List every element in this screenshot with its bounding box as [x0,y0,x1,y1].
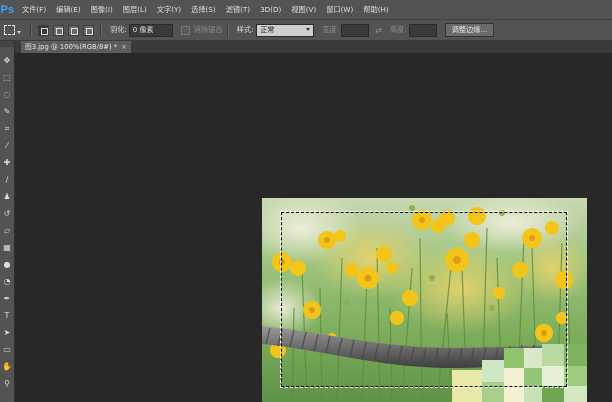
intersect-selection-button[interactable] [83,24,94,36]
menu-type[interactable]: 文字(Y) [152,5,186,15]
move-tool-icon[interactable]: ✥ [1,55,13,67]
menu-file[interactable]: 文件(F) [14,5,51,15]
menu-window[interactable]: 窗口(W) [321,5,358,15]
document-tab[interactable]: 图3.jpg @ 100%(RGB/8#) * × [21,41,131,53]
close-icon[interactable]: × [121,43,127,51]
photoshop-logo: Ps [0,3,14,16]
brush-tool-icon[interactable]: ∕ [1,174,13,186]
zoom-tool-icon[interactable]: ⚲ [1,378,13,390]
eraser-tool-icon[interactable]: ▱ [1,225,13,237]
gradient-tool-icon[interactable]: ▦ [1,242,13,254]
new-selection-icon [41,27,48,35]
antialias-checkbox[interactable] [180,25,190,35]
style-label: 样式: [236,25,254,34]
menu-layer[interactable]: 图层(L) [118,5,152,15]
dodge-tool-icon[interactable]: ◔ [1,276,13,288]
divider [100,23,102,37]
swap-icon[interactable]: ⇄ [375,26,382,35]
add-selection-icon [56,27,63,35]
document-tab-bar: 图3.jpg @ 100%(RGB/8#) * × [15,41,612,53]
width-input[interactable] [341,23,370,37]
rectangular-marquee-icon [4,25,15,35]
history-brush-icon[interactable]: ↺ [1,208,13,220]
path-select-icon[interactable]: ➤ [1,327,13,339]
new-selection-button[interactable] [38,24,49,36]
adjust-edge-button[interactable]: 调整边缘... [444,23,495,37]
antialias-label: 消除锯齿 [193,25,223,34]
menu-image[interactable]: 图像(I) [86,5,118,15]
chevron-down-icon [17,31,21,34]
lasso-tool-icon[interactable]: ◌ [1,89,13,101]
eyedropper-tool-icon[interactable]: ⁄ [1,140,13,152]
menu-view[interactable]: 视图(V) [286,5,321,15]
clone-stamp-icon[interactable]: ♟ [1,191,13,203]
subtract-selection-icon [71,27,78,35]
tool-preset-picker[interactable] [4,25,26,35]
width-label: 宽度: [322,25,340,34]
marquee-tool-icon[interactable]: ⬚ [1,72,13,84]
divider [30,23,32,37]
type-tool-icon[interactable]: T [1,310,13,322]
height-label: 高度: [389,25,407,34]
feather-label: 羽化: [110,25,127,34]
divider [226,23,229,37]
subtract-from-selection-button[interactable] [68,24,79,36]
tools-panel: ✥ ⬚ ◌ ✎ ⌗ ⁄ ✚ ∕ ♟ ↺ ▱ ▦ ● ◔ ✒ T ➤ ▭ ✋ ⚲ [0,41,15,402]
menu-3d[interactable]: 3D(D) [255,5,286,14]
menu-edit[interactable]: 编辑(E) [51,5,86,15]
document-tab-title: 图3.jpg @ 100%(RGB/8#) * [25,43,118,51]
menu-select[interactable]: 选择(S) [186,5,221,15]
intersect-selection-icon [86,27,93,35]
menu-filter[interactable]: 滤镜(T) [221,5,255,15]
crop-tool-icon[interactable]: ⌗ [1,123,13,135]
hand-tool-icon[interactable]: ✋ [1,361,13,373]
panel-grip[interactable] [0,41,14,47]
pen-tool-icon[interactable]: ✒ [1,293,13,305]
options-bar: 羽化: 0 像素 消除锯齿 样式: 正常 宽度: ⇄ 高度: 调整边缘... [0,19,612,41]
marquee-selection[interactable] [280,211,568,388]
feather-input[interactable]: 0 像素 [128,23,173,37]
menu-help[interactable]: 帮助(H) [358,5,393,15]
height-input[interactable] [408,23,437,37]
menu-bar: Ps 文件(F) 编辑(E) 图像(I) 图层(L) 文字(Y) 选择(S) 滤… [0,0,612,19]
quick-select-tool-icon[interactable]: ✎ [1,106,13,118]
shape-tool-icon[interactable]: ▭ [1,344,13,356]
add-to-selection-button[interactable] [53,24,64,36]
style-select[interactable]: 正常 [256,23,315,37]
healing-brush-icon[interactable]: ✚ [1,157,13,169]
blur-tool-icon[interactable]: ● [1,259,13,271]
